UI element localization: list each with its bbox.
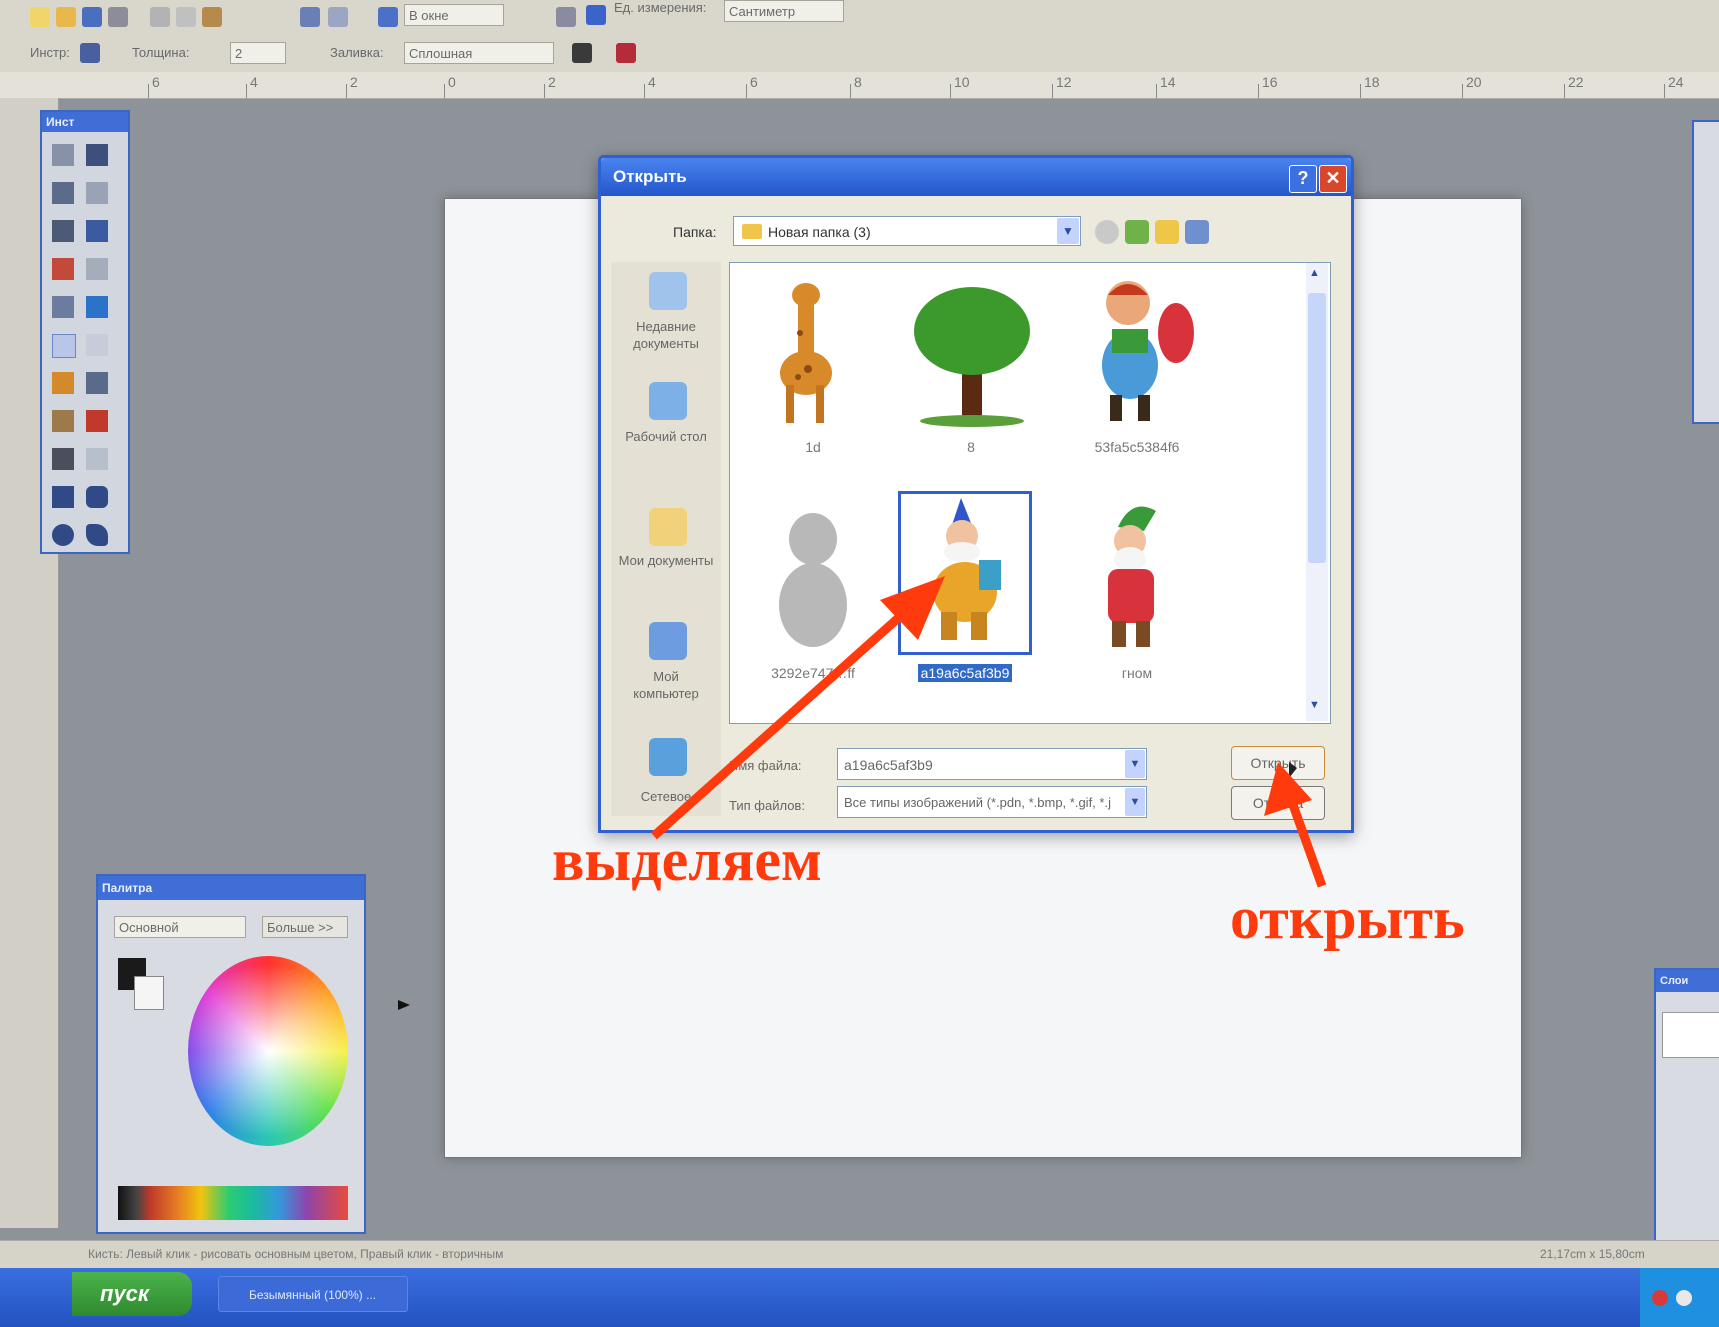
- taskbar: пуск Безымянный (100%) ...: [0, 1268, 1719, 1327]
- status-coords: 21,17cm x 15,80cm: [1540, 1247, 1645, 1261]
- arrowhead-open: [1264, 762, 1312, 816]
- status-bar: Кисть: Левый клик - рисовать основным цв…: [0, 1240, 1719, 1269]
- system-tray: [1640, 1268, 1719, 1327]
- arrow-to-open-button: [1287, 800, 1327, 888]
- annotation-open: открыть: [1230, 885, 1465, 951]
- annotation-arrows: [651, 576, 1327, 888]
- arrow-to-selected-file: [651, 608, 908, 840]
- small-cursor-icon: [398, 1000, 410, 1010]
- start-button[interactable]: пуск: [72, 1272, 192, 1316]
- status-hint: Кисть: Левый клик - рисовать основным цв…: [88, 1247, 504, 1261]
- taskbar-item[interactable]: Безымянный (100%) ...: [218, 1276, 408, 1312]
- tray-icon[interactable]: [1676, 1290, 1692, 1306]
- tray-icon[interactable]: [1652, 1290, 1668, 1306]
- annotation-select: выделяем: [552, 827, 822, 893]
